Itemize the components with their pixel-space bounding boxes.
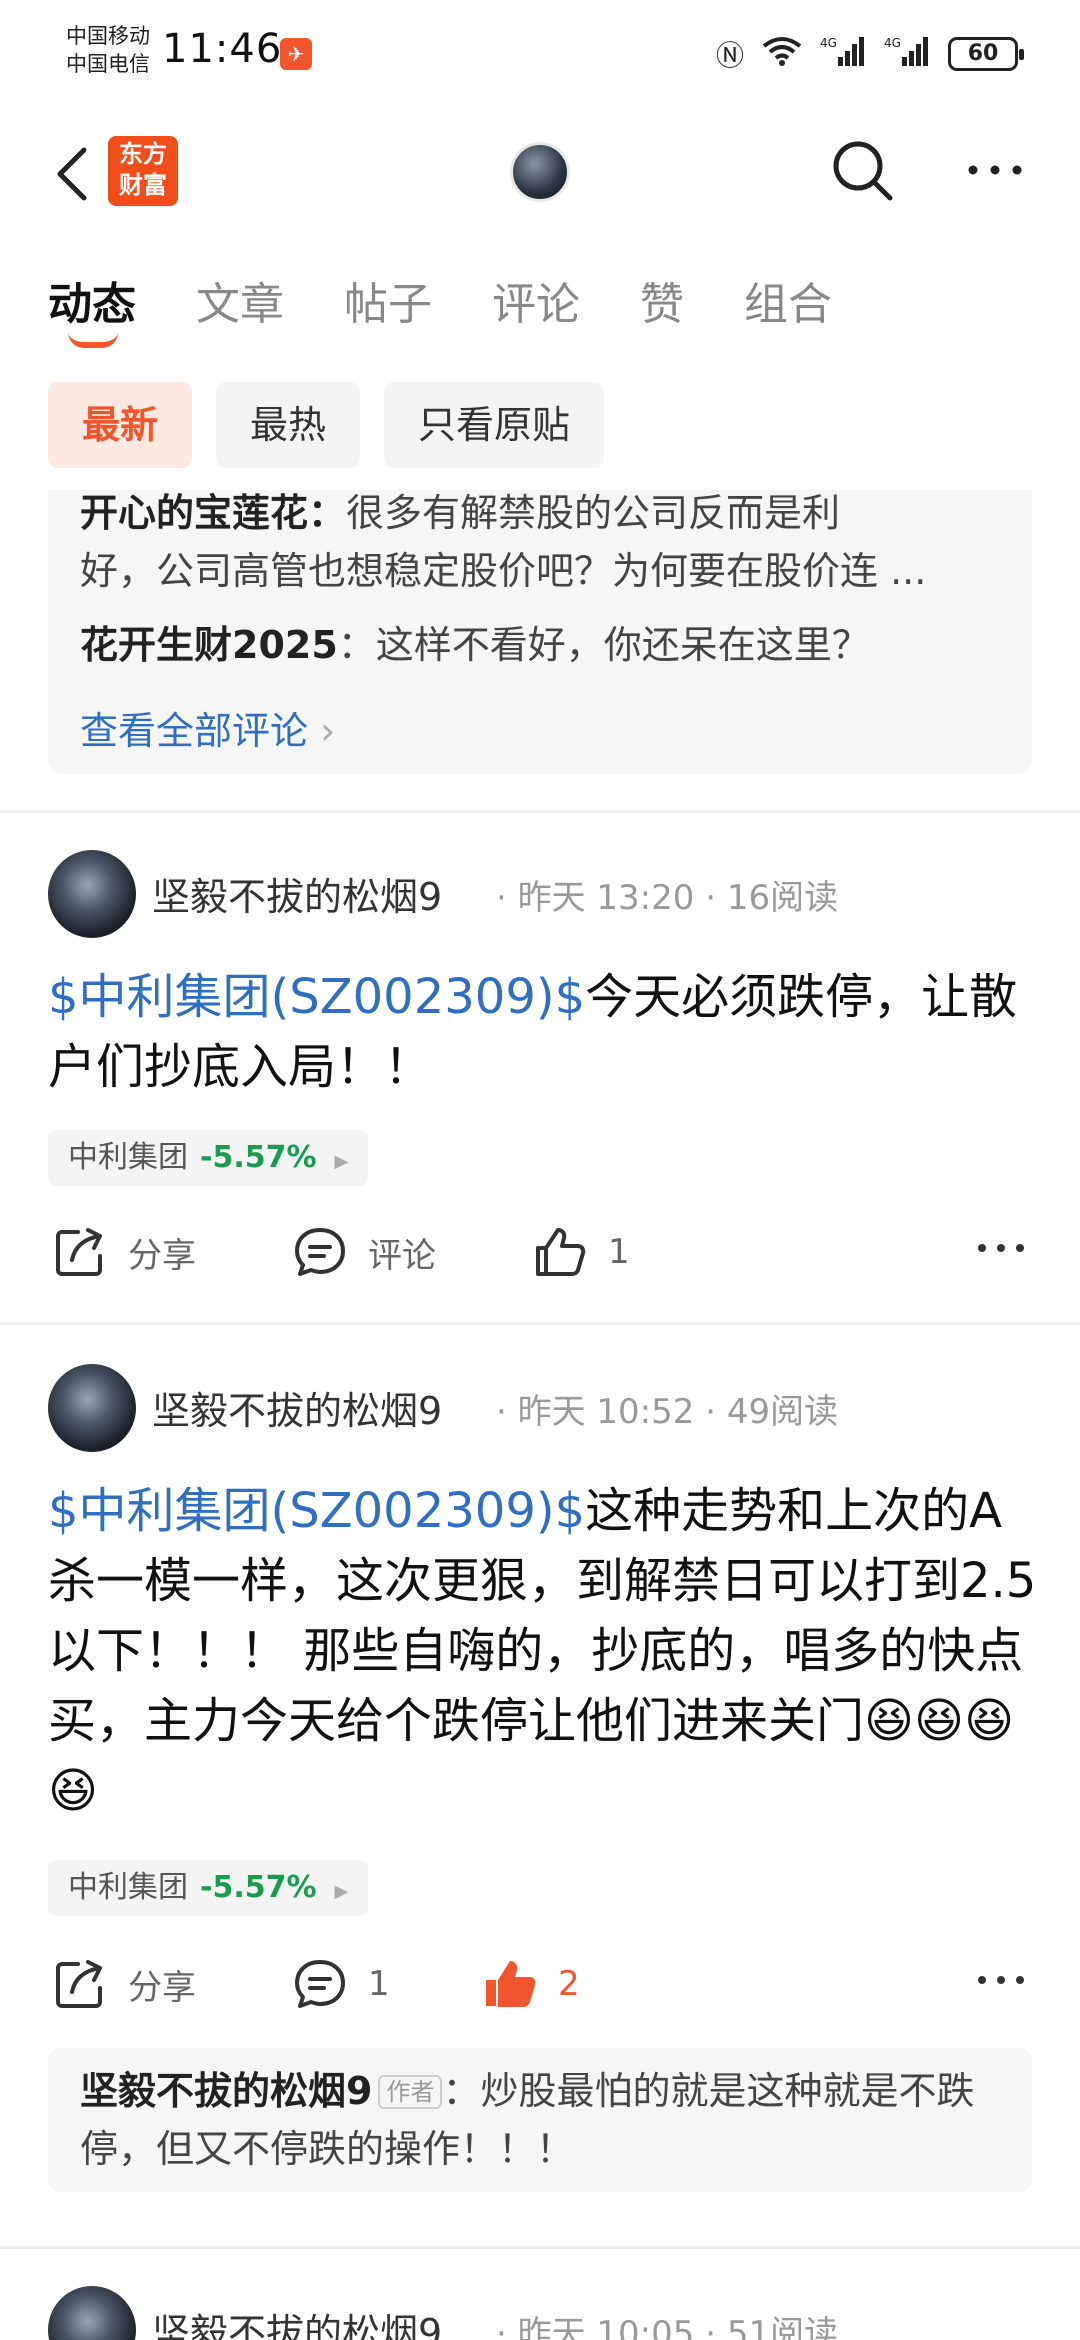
avatar[interactable] xyxy=(48,1364,136,1452)
comment-count: 1 xyxy=(368,1964,390,2004)
like-button[interactable]: 2 xyxy=(482,1956,580,2012)
carrier-2: 中国电信 xyxy=(66,52,150,76)
filter-chips: 最新 最热 只看原贴 xyxy=(48,382,605,468)
logo-line-2: 财富 xyxy=(119,171,167,199)
comment-button[interactable]: 1 xyxy=(292,1956,390,2012)
share-label: 分享 xyxy=(128,1967,196,2008)
filter-hottest[interactable]: 最热 xyxy=(216,382,361,468)
comment-user[interactable]: 开心的宝莲花： xyxy=(80,491,346,535)
tab-comments[interactable]: 评论 xyxy=(492,268,580,332)
tab-articles[interactable]: 文章 xyxy=(196,268,284,332)
carrier-info: 中国移动 中国电信 xyxy=(66,22,150,78)
wifi-icon xyxy=(762,36,802,73)
comment-text: 很多有解禁股的公司反而是利 xyxy=(346,491,841,535)
svg-text:4G: 4G xyxy=(820,36,837,50)
divider xyxy=(0,2246,1080,2249)
play-arrow-icon: ▶ xyxy=(334,1881,349,1902)
comment-label: 评论 xyxy=(368,1235,436,1276)
comment-text: ：这样不看好，你还呆在这里？ xyxy=(337,623,870,667)
divider xyxy=(0,810,1080,813)
share-label: 分享 xyxy=(128,1235,196,1276)
battery-icon: 60 xyxy=(948,37,1024,71)
status-bar: 中国移动 中国电信 11:46 ✈ Ⓝ 4G 4G 60 xyxy=(0,0,1080,110)
author-badge: 作者 xyxy=(378,2075,443,2109)
chevron-right-icon: › xyxy=(320,709,336,753)
post-meta: · 昨天 10:05 · 51阅读 xyxy=(496,2314,839,2340)
tab-likes[interactable]: 赞 xyxy=(640,268,684,332)
comment-user[interactable]: 花开生财2025 xyxy=(80,623,338,667)
profile-avatar[interactable] xyxy=(510,142,570,202)
tab-posts[interactable]: 帖子 xyxy=(344,268,432,332)
avatar[interactable] xyxy=(48,850,136,938)
stock-name: 中利集团 xyxy=(68,1870,188,1905)
post-card[interactable]: 坚毅不拔的松烟9 · 昨天 13:20 · 16阅读 $中利集团(SZ00230… xyxy=(0,850,1080,1320)
filter-original-only[interactable]: 只看原贴 xyxy=(384,382,605,468)
like-count: 2 xyxy=(558,1964,580,2004)
comment-line: 好，公司高管也想稳定股价吧？为何要在股价连 ... xyxy=(80,549,927,593)
post-card[interactable]: 坚毅不拔的松烟9 · 昨天 10:05 · 51阅读 xyxy=(0,2286,1080,2340)
more-dots-icon xyxy=(978,1976,1024,1984)
like-count: 1 xyxy=(608,1232,630,1272)
post-body[interactable]: $中利集团(SZ002309)$这种走势和上次的A杀一模一样，这次更狠，到解禁日… xyxy=(48,1476,1038,1826)
clock: 11:46 xyxy=(162,26,283,72)
thumbs-up-icon xyxy=(536,1228,586,1276)
avatar[interactable] xyxy=(48,2286,136,2340)
reply-author[interactable]: 坚毅不拔的松烟9 xyxy=(80,2069,372,2113)
post-meta: · 昨天 13:20 · 16阅读 xyxy=(496,878,839,918)
share-button[interactable]: 分享 xyxy=(52,1224,196,1280)
top-nav-bar: 东方 财富 xyxy=(0,120,1080,220)
tab-portfolio[interactable]: 组合 xyxy=(744,268,832,332)
stock-change: -5.57% xyxy=(200,1870,317,1905)
post-author[interactable]: 坚毅不拔的松烟9 xyxy=(152,2302,442,2340)
signal-4g-icon-2: 4G xyxy=(884,35,930,74)
author-reply[interactable]: 坚毅不拔的松烟9 作者 ：炒股最怕的就是这种就是不跌停，但又不停跌的操作！！！ xyxy=(48,2048,1032,2192)
post-more-button[interactable] xyxy=(976,1238,1046,1258)
post-body[interactable]: $中利集团(SZ002309)$今天必须跌停，让散户们抄底入局！！ xyxy=(48,962,1038,1102)
carrier-1: 中国移动 xyxy=(66,24,150,48)
stock-quote-chip[interactable]: 中利集团 -5.57% ▶ xyxy=(48,1860,369,1916)
play-arrow-icon: ▶ xyxy=(334,1151,349,1172)
app-notification-icon: ✈ xyxy=(280,38,312,70)
view-all-label: 查看全部评论 xyxy=(80,709,309,753)
search-icon[interactable] xyxy=(830,138,896,204)
divider xyxy=(0,1322,1080,1325)
system-icons: Ⓝ 4G 4G 60 xyxy=(715,34,1024,74)
nfc-icon: Ⓝ xyxy=(715,39,744,72)
comment-icon xyxy=(295,1228,345,1276)
more-dots-icon xyxy=(978,1244,1024,1252)
comment-line: 开心的宝莲花：很多有解禁股的公司反而是利 xyxy=(80,490,840,537)
app-logo: 东方 财富 xyxy=(108,136,178,206)
comment-button[interactable]: 评论 xyxy=(292,1224,436,1280)
stock-change: -5.57% xyxy=(200,1140,317,1175)
comment-line: 花开生财2025：这样不看好，你还呆在这里？ xyxy=(80,614,870,669)
stock-name: 中利集团 xyxy=(68,1140,188,1175)
more-menu-icon[interactable] xyxy=(965,158,1025,182)
tab-dynamic[interactable]: 动态 xyxy=(48,268,136,348)
thumbs-up-filled-icon xyxy=(486,1961,536,2007)
stock-tag-link[interactable]: $中利集团(SZ002309)$ xyxy=(48,969,585,1025)
signal-4g-icon-1: 4G xyxy=(820,35,866,74)
stock-quote-chip[interactable]: 中利集团 -5.57% ▶ xyxy=(48,1130,369,1186)
post-author[interactable]: 坚毅不拔的松烟9 xyxy=(152,866,442,921)
view-all-comments-link[interactable]: 查看全部评论 › xyxy=(80,700,335,755)
svg-text:4G: 4G xyxy=(884,36,901,50)
comment-icon xyxy=(295,1960,345,2008)
stock-tag-link[interactable]: $中利集团(SZ002309)$ xyxy=(48,1483,585,1539)
post-card[interactable]: 坚毅不拔的松烟9 · 昨天 10:52 · 49阅读 $中利集团(SZ00230… xyxy=(0,1364,1080,2224)
share-icon xyxy=(56,1960,102,2008)
post-more-button[interactable] xyxy=(976,1970,1046,1990)
post-author[interactable]: 坚毅不拔的松烟9 xyxy=(152,1380,442,1435)
like-button[interactable]: 1 xyxy=(532,1224,630,1280)
post-meta: · 昨天 10:52 · 49阅读 xyxy=(496,1392,839,1432)
comments-preview: 开心的宝莲花：很多有解禁股的公司反而是利 好，公司高管也想稳定股价吧？为何要在股… xyxy=(48,490,1032,774)
profile-tabs: 动态 文章 帖子 评论 赞 组合 xyxy=(48,268,892,348)
back-arrow-icon[interactable] xyxy=(50,144,100,204)
share-icon xyxy=(56,1228,102,1276)
logo-line-1: 东方 xyxy=(119,140,167,168)
filter-latest[interactable]: 最新 xyxy=(48,382,193,468)
share-button[interactable]: 分享 xyxy=(52,1956,196,2012)
